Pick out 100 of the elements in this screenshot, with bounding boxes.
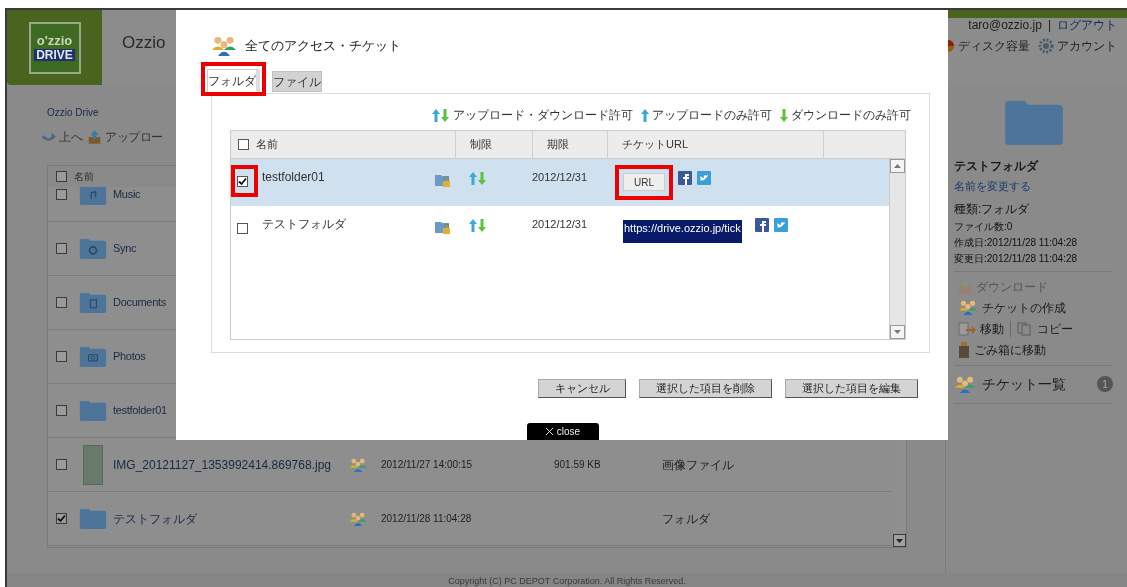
arrow-icon: [432, 107, 450, 123]
checkbox[interactable]: [56, 171, 67, 182]
info-text: 変更日:2012/11/28 11:04:28: [954, 251, 1079, 266]
checkbox[interactable]: [56, 189, 67, 200]
caret-up-icon[interactable]: [894, 164, 901, 168]
caret-down-icon[interactable]: [894, 330, 901, 334]
app-title: Ozzio: [122, 31, 166, 54]
arrow-icon: [469, 218, 487, 233]
toolbar-button[interactable]: アップロー: [105, 127, 163, 146]
close-button[interactable]: close: [527, 423, 599, 440]
file-name[interactable]: テストフォルダ: [113, 511, 197, 526]
header-link[interactable]: アカウント: [1057, 37, 1117, 55]
legend-text: アップロード・ダウンロード許可: [453, 107, 633, 124]
documents-folder-icon: [79, 291, 107, 314]
copy-icon: [1017, 321, 1033, 336]
url-text[interactable]: https://drive.ozzio.jp/tick: [623, 220, 742, 243]
locked-folder-icon: [435, 220, 451, 235]
count-badge: 1: [1097, 376, 1113, 392]
facebook-icon[interactable]: [754, 218, 769, 232]
header-link[interactable]: ディスク容量: [958, 37, 1030, 55]
gear-icon: [1038, 38, 1054, 54]
column-header[interactable]: チケットURL: [622, 136, 688, 153]
file-name[interactable]: testfolder01: [113, 404, 167, 417]
tab[interactable]: ファイル: [272, 71, 322, 92]
section-title[interactable]: チケット一覧: [982, 373, 1091, 395]
file-type: 画像ファイル: [662, 457, 734, 472]
arrow-icon: [469, 171, 487, 186]
copyright-text: Copyright (C) PC DEPOT Corporation. All Rights Reserved.: [448, 575, 686, 587]
separator: |: [1047, 18, 1051, 32]
action-link[interactable]: チケットの作成: [982, 298, 1066, 317]
file-name[interactable]: Documents: [113, 296, 166, 309]
url-button[interactable]: URL: [623, 173, 665, 191]
file-name[interactable]: IMG_20121127_1353992414.869768.jpg: [113, 457, 331, 472]
info-text: ファイル数:0: [954, 219, 1014, 234]
column-header[interactable]: 制限: [470, 136, 492, 153]
photos-folder-icon: [79, 345, 107, 368]
people-icon: [211, 36, 237, 56]
checkbox[interactable]: [56, 297, 67, 308]
info-text: 作成日:2012/11/28 11:04:28: [954, 235, 1079, 250]
page-arrow-icon: [958, 321, 976, 336]
dialog-button[interactable]: 選択した項目を編集: [785, 379, 918, 398]
upload-box-icon: [87, 129, 102, 144]
folder-icon: [79, 507, 107, 530]
arrow-icon: [641, 107, 649, 123]
ticket-name: テストフォルダ: [262, 216, 347, 233]
scrollbar[interactable]: [889, 159, 905, 339]
user-email: taro@ozzio.jp: [968, 18, 1042, 32]
dialog-button[interactable]: 選択した項目を削除: [639, 379, 772, 398]
arrow-icon: [780, 107, 788, 123]
action-link[interactable]: ごみ箱に移動: [974, 340, 1046, 359]
legend-text: ダウンロードのみ許可: [791, 107, 911, 124]
breadcrumb[interactable]: Ozzio Drive: [47, 107, 99, 118]
bird-icon[interactable]: [773, 218, 788, 232]
file-row[interactable]: テストフォルダ 2012/11/28 11:04:28 フォルダ: [48, 492, 892, 546]
file-date: 2012/11/28 11:04:28: [381, 513, 472, 525]
folder-icon: [79, 399, 107, 422]
bird-icon[interactable]: [697, 171, 711, 185]
legend-text: アップロードのみ許可: [652, 107, 772, 124]
trash-bin-icon: [958, 341, 970, 358]
dialog-title: 全てのアクセス・チケット: [245, 37, 401, 56]
file-date: 2012/11/27 14:00:15: [381, 459, 472, 471]
close-icon: [545, 428, 553, 435]
toolbar-button[interactable]: 上へ: [59, 127, 82, 146]
checkbox[interactable]: [56, 513, 67, 524]
checkbox[interactable]: [238, 139, 249, 150]
locked-folder-icon: [435, 173, 451, 188]
checkbox[interactable]: [237, 176, 248, 187]
checkbox[interactable]: [56, 405, 67, 416]
facebook-icon[interactable]: [678, 171, 692, 185]
expiry-date: 2012/12/31: [532, 171, 588, 183]
info-text: 種類:フォルダ: [954, 200, 1031, 218]
file-size: 901.59 KB: [554, 459, 601, 471]
expiry-date: 2012/12/31: [532, 218, 588, 230]
dialog-button[interactable]: キャンセル: [538, 379, 626, 398]
file-name[interactable]: Photos: [113, 350, 146, 363]
rename-link[interactable]: 名前を変更する: [954, 178, 1113, 195]
column-header[interactable]: 名前: [74, 169, 94, 184]
caret-down-icon[interactable]: [896, 538, 903, 543]
checkbox[interactable]: [56, 351, 67, 362]
image-thumbnail: [83, 444, 103, 485]
curved-arrow-icon: [41, 130, 56, 143]
checkbox[interactable]: [237, 223, 248, 234]
tab[interactable]: フォルダ: [207, 69, 260, 92]
table-row[interactable]: testfolder01 2012/12/31 URL: [231, 159, 889, 206]
sync-folder-icon: [79, 237, 107, 260]
checkbox[interactable]: [56, 243, 67, 254]
folder-name: テストフォルダ: [954, 158, 1040, 175]
file-name[interactable]: Music: [113, 188, 141, 201]
action-link[interactable]: 移動: [980, 319, 1004, 338]
logo-text: o'zzio: [36, 34, 73, 47]
people-plus-icon: [958, 300, 978, 315]
column-header[interactable]: 期限: [547, 136, 569, 153]
column-header[interactable]: 名前: [256, 136, 278, 153]
action-link[interactable]: コピー: [1037, 319, 1073, 338]
logo-text: DRIVE: [34, 49, 75, 61]
file-name[interactable]: Sync: [113, 242, 137, 255]
logout-link[interactable]: ログアウト: [1057, 18, 1117, 32]
people-icon: [954, 375, 976, 393]
ticket-name: testfolder01: [262, 169, 326, 186]
checkbox[interactable]: [56, 459, 67, 470]
